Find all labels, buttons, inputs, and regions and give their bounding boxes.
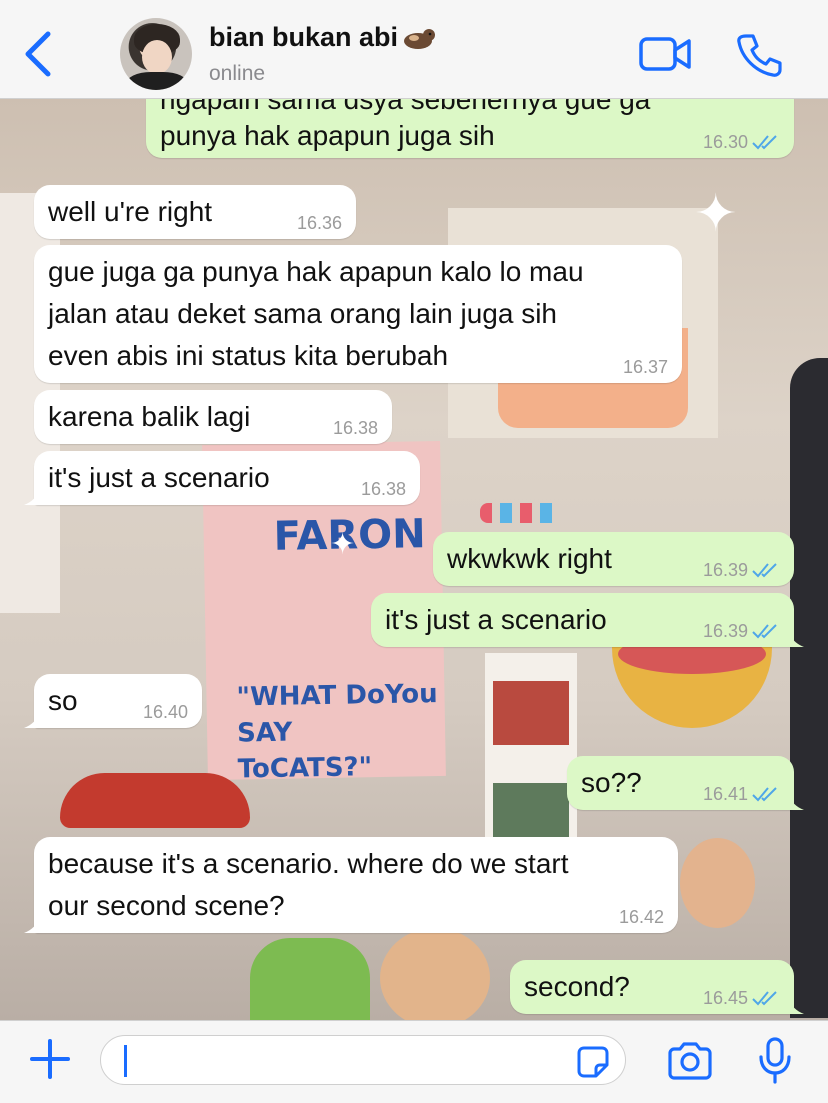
message-text-line: jalan atau deket sama orang lain juga si… bbox=[48, 298, 558, 329]
message-text-line: even abis ini status kita berubah bbox=[48, 340, 449, 371]
otter-emoji-icon bbox=[404, 28, 436, 49]
message-text-line: gue juga ga punya hak apapun kalo lo mau bbox=[48, 256, 584, 287]
chevron-left-icon[interactable] bbox=[18, 28, 62, 80]
read-ticks-icon bbox=[752, 787, 777, 802]
message-time: 16.39 bbox=[702, 621, 748, 641]
read-ticks-icon bbox=[752, 135, 777, 150]
poster-caption: "WHAT DoYou SAY ToCATS?" bbox=[236, 676, 446, 788]
video-camera-icon[interactable] bbox=[638, 34, 692, 74]
message-bubble-outgoing[interactable]: ngapain sama dsya sebenernya gue ga puny… bbox=[146, 98, 794, 158]
sparkle-icon: ✦ bbox=[330, 528, 356, 561]
message-bubble-incoming[interactable]: because it's a scenario. where do we sta… bbox=[24, 837, 678, 933]
bubble-tail bbox=[786, 631, 804, 647]
bubble-tail bbox=[24, 712, 42, 728]
message-bubble-outgoing[interactable]: second? 16.45 bbox=[510, 960, 804, 1014]
message-bubble-incoming[interactable]: karena balik lagi 16.38 bbox=[34, 390, 392, 444]
avatar[interactable] bbox=[120, 18, 192, 90]
camera-icon[interactable] bbox=[666, 1041, 714, 1081]
message-time: 16.39 bbox=[702, 560, 748, 580]
bubble-tail bbox=[24, 917, 42, 933]
sticker-icon[interactable] bbox=[576, 1045, 610, 1079]
bubble-tail bbox=[786, 998, 804, 1014]
message-text: so?? bbox=[581, 767, 642, 798]
message-text: it's just a scenario bbox=[48, 462, 270, 493]
message-text: karena balik lagi bbox=[48, 401, 251, 432]
message-time: 16.38 bbox=[332, 418, 378, 438]
chat-header: bian bukan abi online bbox=[0, 0, 828, 99]
poster-caption-line2: ToCATS?" bbox=[237, 752, 373, 785]
message-time: 16.36 bbox=[296, 213, 342, 233]
message-bubble-outgoing[interactable]: so?? 16.41 bbox=[567, 756, 804, 810]
text-caret bbox=[124, 1045, 127, 1077]
message-bubble-outgoing[interactable]: it's just a scenario 16.39 bbox=[371, 593, 804, 647]
read-ticks-icon bbox=[752, 991, 777, 1006]
phone-icon[interactable] bbox=[736, 32, 782, 78]
message-bubble-incoming[interactable]: so 16.40 bbox=[24, 674, 202, 728]
read-ticks-icon bbox=[752, 624, 777, 639]
wallpaper-dots bbox=[480, 503, 560, 523]
sparkle-icon: ✦ bbox=[694, 185, 738, 243]
message-bubble-incoming[interactable]: well u're right 16.36 bbox=[34, 185, 356, 239]
contact-name-text: bian bukan abi bbox=[209, 22, 399, 52]
message-time: 16.38 bbox=[360, 479, 406, 499]
message-text: punya hak apapun juga sih bbox=[160, 120, 495, 151]
contact-status: online bbox=[209, 62, 266, 85]
chat-wallpaper: FARON "WHAT DoYou SAY ToCATS?" ✦ ✦ ngapa… bbox=[0, 98, 828, 1020]
wallpaper-toy-hat bbox=[60, 773, 250, 828]
message-text-partial: ngapain sama dsya sebenernya gue ga bbox=[160, 98, 651, 115]
contact-name[interactable]: bian bukan abi bbox=[209, 22, 436, 53]
message-bubble-incoming[interactable]: it's just a scenario 16.38 bbox=[24, 451, 420, 505]
bubble-tail bbox=[24, 489, 42, 505]
message-input[interactable] bbox=[100, 1035, 626, 1085]
bubble-tail bbox=[786, 794, 804, 810]
plus-icon[interactable] bbox=[28, 1037, 72, 1081]
message-input-bar bbox=[0, 1020, 828, 1103]
message-time: 16.37 bbox=[622, 357, 668, 377]
message-time: 16.42 bbox=[618, 907, 664, 927]
wallpaper-toy-woody bbox=[380, 928, 490, 1020]
microphone-icon[interactable] bbox=[756, 1037, 794, 1085]
message-time: 16.45 bbox=[702, 988, 748, 1008]
message-time: 16.30 bbox=[702, 132, 748, 152]
wallpaper-toy-doll bbox=[680, 838, 755, 928]
message-text-line: our second scene? bbox=[48, 890, 285, 921]
poster-caption-line1: "WHAT DoYou SAY bbox=[236, 679, 438, 749]
wallpaper-skateboard bbox=[790, 358, 828, 1018]
wallpaper-toy-buzz bbox=[250, 938, 370, 1020]
read-ticks-icon bbox=[752, 563, 777, 578]
message-time: 16.40 bbox=[142, 702, 188, 722]
message-text-line: because it's a scenario. where do we sta… bbox=[48, 848, 569, 879]
message-bubble-incoming[interactable]: gue juga ga punya hak apapun kalo lo mau… bbox=[34, 245, 682, 383]
message-time: 16.41 bbox=[702, 784, 748, 804]
message-bubble-outgoing[interactable]: wkwkwk right 16.39 bbox=[433, 532, 794, 586]
